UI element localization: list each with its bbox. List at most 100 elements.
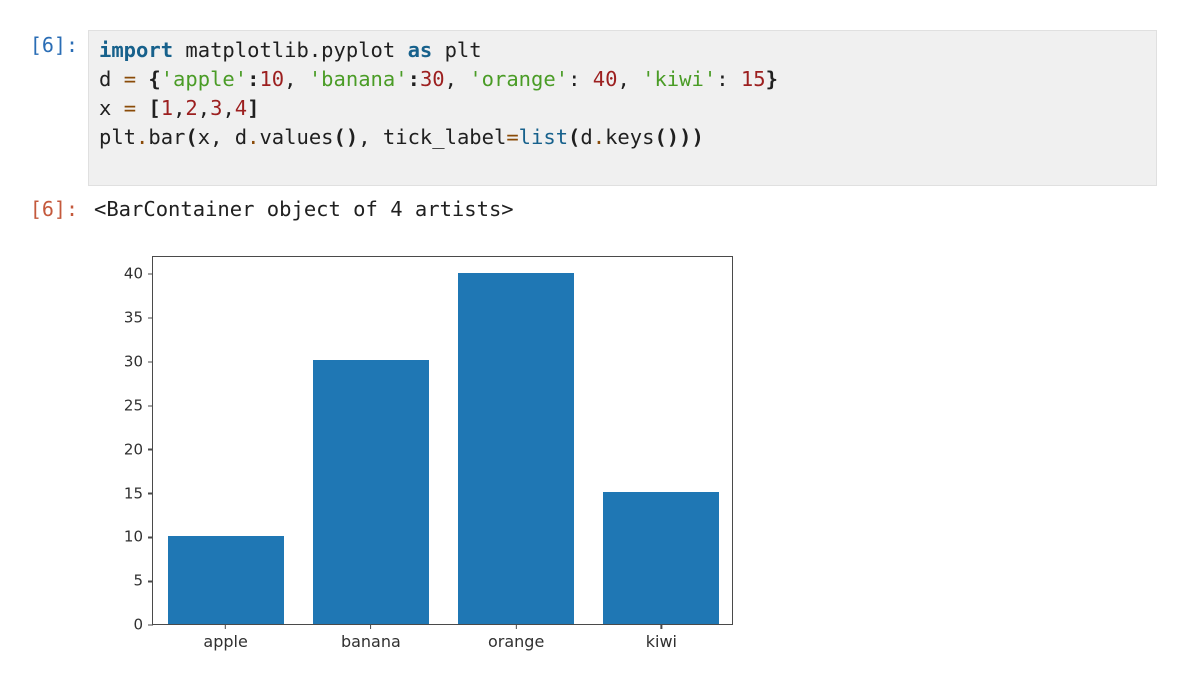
code-token: 30: [419, 67, 445, 91]
code-token: =: [506, 125, 519, 149]
code-token: :: [716, 67, 741, 91]
yaxis-tick-mark: [148, 624, 153, 626]
code-token: 1: [160, 96, 174, 120]
xaxis-tick-label: apple: [203, 632, 248, 651]
yaxis-tick: 5: [133, 571, 153, 590]
code-token: {: [148, 67, 161, 91]
output-repr-text: <BarContainer object of 4 artists>: [94, 197, 514, 221]
xaxis-tick: apple: [203, 624, 248, 651]
code-token: ,: [444, 67, 470, 91]
code-token: ,: [222, 96, 235, 120]
code-line: plt.bar(x, d.values(), tick_label=list(d…: [99, 123, 1146, 152]
yaxis-tick: 20: [124, 442, 153, 457]
code-token: values: [259, 125, 334, 149]
xaxis-tick-label: kiwi: [645, 632, 677, 651]
code-token: .: [136, 125, 149, 149]
code-token: , tick_label: [358, 125, 507, 149]
xaxis-tick-label: orange: [487, 632, 545, 651]
yaxis-tick-mark: [148, 273, 153, 275]
notebook-input-cell[interactable]: [6]: import matplotlib.pyplot as plt d =…: [0, 30, 1200, 186]
code-token: (): [333, 125, 359, 149]
yaxis-tick: 15: [124, 486, 153, 501]
yaxis-tick-label: 30: [123, 352, 143, 371]
bar-apple: [167, 536, 284, 624]
code-token: ,: [284, 67, 309, 91]
notebook-output-text-cell: [6]: <BarContainer object of 4 artists>: [0, 194, 1200, 224]
code-token: ,: [197, 96, 211, 120]
code-token: x: [99, 96, 124, 120]
yaxis-tick-mark: [148, 405, 153, 407]
code-line: import matplotlib.pyplot as plt: [99, 36, 1146, 65]
matplotlib-figure: apple banana orange kiwi 0 5 10 15 20 25 30 35 40: [95, 236, 755, 666]
yaxis-tick: 25: [124, 398, 153, 413]
yaxis-tick-mark: [148, 361, 153, 363]
code-token: bar: [148, 125, 186, 149]
bar-orange: [458, 272, 575, 624]
code-token: (: [568, 125, 581, 149]
xaxis-tick: banana: [341, 624, 401, 650]
yaxis-tick-label: 35: [123, 308, 143, 327]
code-token: [: [148, 96, 161, 120]
yaxis-tick-mark: [148, 580, 153, 583]
yaxis-tick: 35: [124, 310, 153, 325]
yaxis-tick: 40: [124, 266, 153, 281]
yaxis-tick-label: 0: [133, 615, 143, 634]
code-token: =: [123, 67, 137, 91]
code-token: ,: [617, 67, 643, 91]
xaxis-tick-mark: [370, 624, 372, 629]
code-token: plt: [432, 38, 482, 62]
code-token: 3: [210, 96, 223, 120]
yaxis-tick: 10: [123, 527, 153, 546]
code-token: d: [580, 125, 593, 149]
code-token: (: [185, 125, 198, 149]
yaxis-tick-mark: [148, 317, 153, 319]
code-editor[interactable]: import matplotlib.pyplot as plt d = {'ap…: [88, 30, 1157, 186]
yaxis-tick-label: 40: [123, 264, 143, 283]
xaxis-tick-mark: [660, 624, 663, 629]
code-token: 'banana': [308, 67, 408, 91]
yaxis-tick-label: 20: [123, 440, 143, 459]
code-token: =: [123, 96, 137, 120]
code-token: x, d: [197, 125, 248, 149]
code-token: :: [407, 67, 420, 91]
xaxis-tick: orange: [488, 624, 544, 650]
code-token: 40: [592, 67, 618, 91]
xaxis-tick-label: banana: [340, 632, 401, 651]
yaxis-tick-label: 5: [133, 571, 143, 590]
bar-series: [153, 257, 732, 624]
code-token: keys: [605, 125, 655, 149]
code-line: d = {'apple':10, 'banana':30, 'orange': …: [99, 65, 1146, 94]
code-token: matplotlib.pyplot: [173, 38, 408, 62]
bar-banana: [312, 360, 429, 624]
yaxis-tick-mark: [148, 448, 153, 451]
code-token: import: [99, 38, 174, 62]
code-token: list: [518, 125, 569, 149]
xaxis-tick-mark: [515, 624, 517, 629]
code-token: 15: [740, 67, 766, 91]
yaxis-tick: 30: [124, 354, 153, 369]
input-prompt-label: [6]:: [29, 33, 78, 57]
output-prompt-label: [6]:: [29, 197, 78, 221]
code-token: plt: [99, 125, 137, 149]
yaxis-tick-mark: [148, 492, 153, 495]
xaxis-tick: kiwi: [646, 624, 677, 650]
yaxis-tick-label: 25: [123, 396, 143, 415]
code-token: 'kiwi': [642, 67, 717, 91]
code-token: ())): [654, 125, 704, 149]
code-token: 10: [259, 67, 285, 91]
yaxis-tick-label: 10: [123, 527, 143, 546]
code-token: 2: [185, 96, 198, 120]
notebook-output-figure-cell: apple banana orange kiwi 0 5 10 15 20 25 30 35 40: [0, 236, 1200, 666]
code-token: 4: [234, 96, 248, 120]
code-token: ]: [247, 96, 260, 120]
yaxis-tick: 0: [133, 615, 153, 634]
yaxis-tick-mark: [148, 536, 153, 539]
bar-kiwi: [603, 492, 720, 624]
code-token: as: [407, 38, 433, 62]
code-token: :: [568, 67, 593, 91]
code-token: d: [99, 67, 124, 91]
code-token: .: [592, 125, 606, 149]
code-token: 'orange': [469, 67, 569, 91]
